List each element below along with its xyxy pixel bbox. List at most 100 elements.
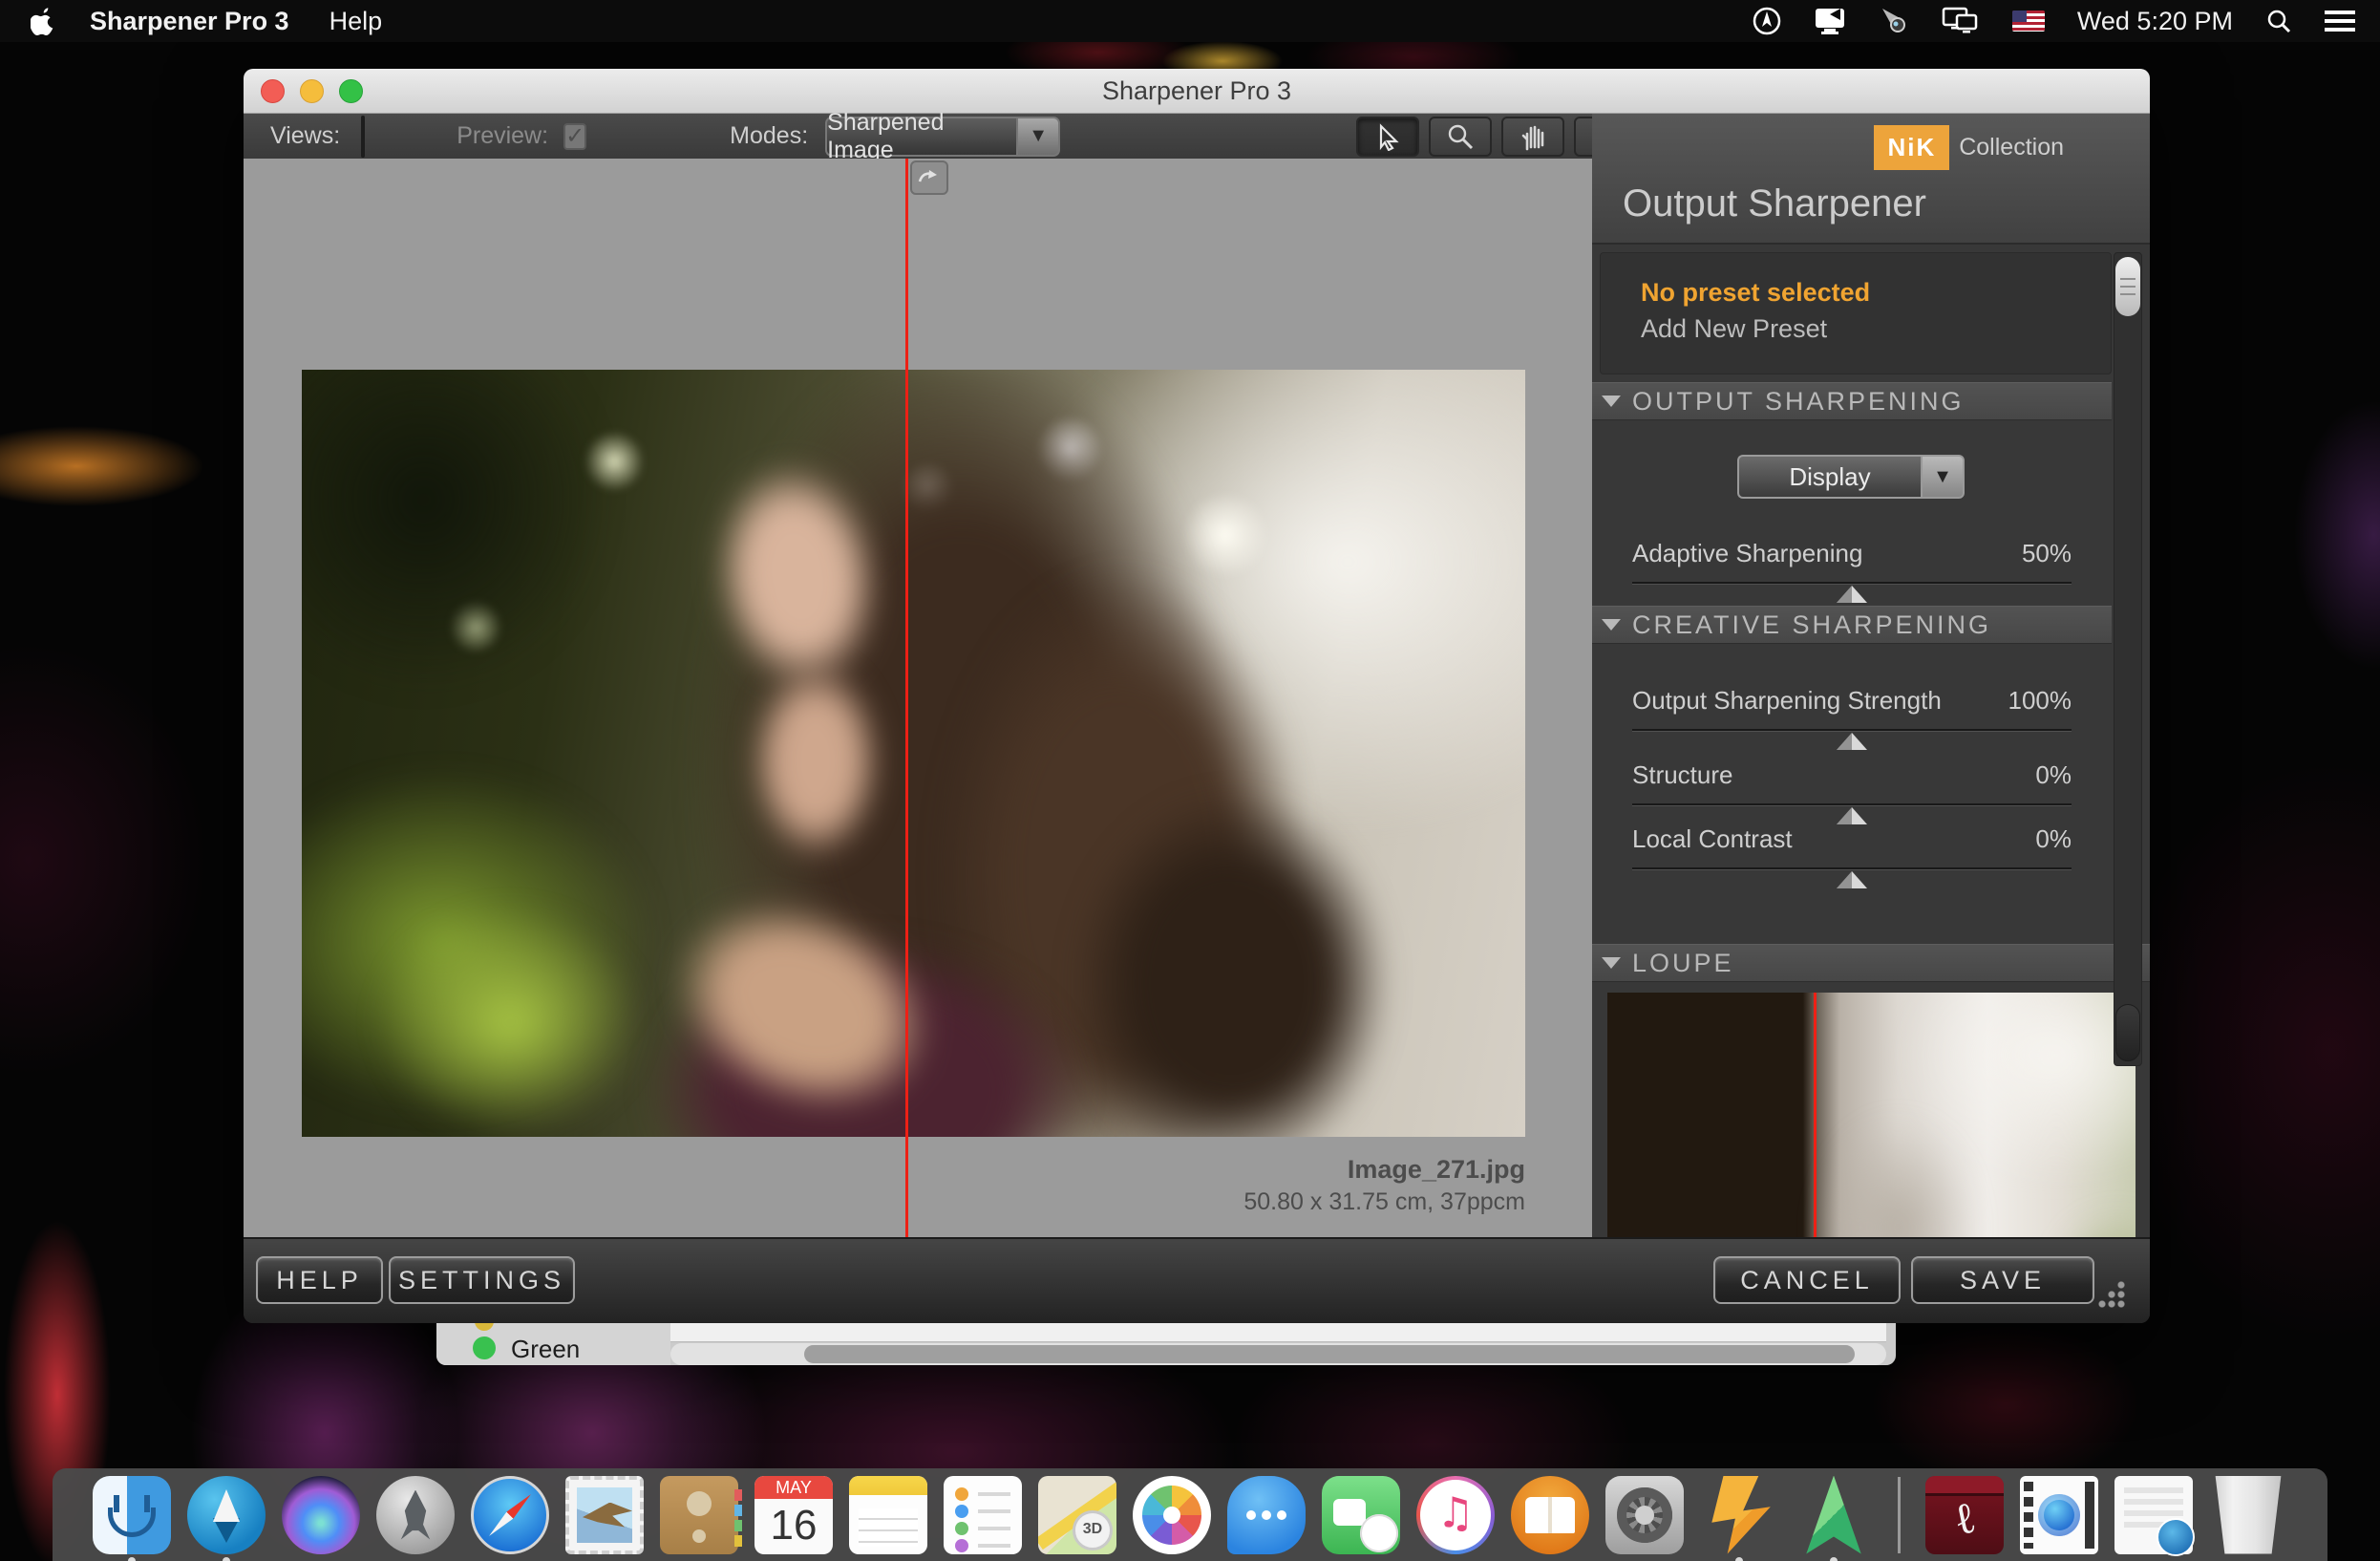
modes-dropdown[interactable]: Sharpened Image ▼ (825, 117, 1060, 157)
apple-menu-icon[interactable] (31, 7, 55, 35)
add-new-preset-link[interactable]: Add New Preset (1641, 314, 1827, 344)
dock-siri[interactable] (279, 1473, 363, 1557)
minimize-button[interactable] (300, 79, 324, 103)
preview-label: Preview: (457, 122, 548, 150)
background-window-hscrollbar[interactable] (670, 1343, 1886, 1365)
modes-dropdown-value[interactable]: Sharpened Image (825, 117, 1016, 157)
preset-box: No preset selected Add New Preset (1600, 252, 2112, 374)
hscrollbar-thumb[interactable] (804, 1345, 1855, 1363)
dock-system-preferences[interactable] (1603, 1473, 1687, 1557)
menu-clock[interactable]: Wed 5:20 PM (2077, 7, 2233, 36)
dock-document-app[interactable] (2112, 1473, 2196, 1557)
scrollbar-thumb[interactable] (2115, 257, 2140, 316)
help-button[interactable]: HELP (256, 1256, 383, 1304)
slider-track[interactable] (1632, 582, 2072, 584)
location-icon[interactable] (1753, 7, 1781, 35)
device-dropdown-arrow-icon[interactable]: ▼ (1921, 455, 1965, 499)
close-button[interactable] (261, 79, 285, 103)
dock-plugin-green[interactable] (1792, 1473, 1876, 1557)
section-creative-title: CREATIVE SHARPENING (1632, 610, 1991, 640)
trash-icon (2209, 1476, 2287, 1554)
plugin-green-icon (1795, 1476, 1873, 1554)
device-dropdown[interactable]: Display ▼ (1737, 455, 1965, 499)
panel-scrollbar[interactable] (2114, 252, 2142, 1066)
dock-finder[interactable] (90, 1473, 174, 1557)
slider-track[interactable] (1632, 729, 2072, 731)
select-tool-button[interactable] (1356, 117, 1419, 157)
menu-help[interactable]: Help (329, 7, 383, 36)
image-filename: Image_271.jpg (912, 1155, 1525, 1185)
dock-ibooks[interactable] (1508, 1473, 1592, 1557)
zoom-tool-button[interactable] (1429, 117, 1492, 157)
notification-center-icon[interactable] (2325, 9, 2355, 33)
pan-tool-button[interactable] (1501, 117, 1564, 157)
slider-value: 0% (2035, 824, 2072, 854)
resize-grip[interactable] (2094, 1279, 2127, 1312)
dock-notes[interactable] (846, 1473, 930, 1557)
dock-facetime[interactable] (1319, 1473, 1403, 1557)
zoom-button[interactable] (339, 79, 363, 103)
settings-button[interactable]: SETTINGS (389, 1256, 575, 1304)
device-dropdown-value[interactable]: Display (1737, 455, 1921, 499)
section-creative-sharpening[interactable]: CREATIVE SHARPENING (1592, 606, 2112, 644)
section-output-sharpening[interactable]: OUTPUT SHARPENING (1592, 382, 2112, 420)
dock-launchpad[interactable] (373, 1473, 457, 1557)
messages-icon (1227, 1476, 1306, 1554)
slider-marker[interactable] (1837, 871, 1867, 888)
remote-play-icon[interactable] (1879, 7, 1909, 35)
green-tag-dot (473, 1336, 496, 1359)
dock-mail[interactable] (563, 1473, 647, 1557)
dock-calendar[interactable]: MAY16 (752, 1473, 836, 1557)
dock-trash[interactable] (2206, 1473, 2290, 1557)
spotlight-search-icon[interactable] (2265, 8, 2292, 34)
slider-adaptive-sharpening[interactable]: Adaptive Sharpening 50% (1632, 539, 2072, 584)
dock-itunes[interactable] (1413, 1473, 1498, 1557)
slider-local-contrast[interactable]: Local Contrast 0% (1632, 824, 2072, 869)
slider-structure[interactable]: Structure 0% (1632, 760, 2072, 805)
dock-plugin-orange[interactable] (1697, 1473, 1781, 1557)
panel-body: No preset selected Add New Preset OUTPUT… (1592, 243, 2150, 1307)
save-button[interactable]: SAVE (1911, 1256, 2094, 1304)
slider-marker[interactable] (1837, 807, 1867, 824)
green-tag-label[interactable]: Green (511, 1335, 580, 1364)
view-single-button[interactable] (363, 118, 365, 156)
background-window-fragment[interactable]: Green (436, 1323, 1896, 1365)
contacts-icon (660, 1476, 738, 1554)
display-mirroring-icon[interactable] (1942, 7, 1980, 35)
image-canvas[interactable]: Image_271.jpg 50.80 x 31.75 cm, 37ppcm (244, 159, 1592, 1307)
dock-quicktime-document[interactable] (2017, 1473, 2101, 1557)
slider-marker[interactable] (1837, 733, 1867, 750)
slider-track[interactable] (1632, 867, 2072, 869)
slider-value: 100% (2008, 686, 2072, 716)
menu-app-name[interactable]: Sharpener Pro 3 (90, 7, 289, 36)
quicktime-document-icon (2020, 1476, 2098, 1554)
display-icon[interactable] (1814, 7, 1846, 35)
dock-safari[interactable] (468, 1473, 552, 1557)
cancel-button[interactable]: CANCEL (1713, 1256, 1901, 1304)
dock-maps[interactable] (1035, 1473, 1119, 1557)
dock-compass-app[interactable] (184, 1473, 268, 1557)
section-loupe[interactable]: LOUPE (1592, 944, 2150, 982)
notes-icon (849, 1476, 927, 1554)
split-preview-line[interactable] (905, 159, 908, 1307)
mail-icon (565, 1476, 644, 1554)
slider-track[interactable] (1632, 803, 2072, 805)
title-bar[interactable]: Sharpener Pro 3 (244, 69, 2150, 114)
dock-contacts[interactable] (657, 1473, 741, 1557)
modes-dropdown-arrow-icon[interactable]: ▼ (1016, 117, 1060, 157)
background-window-content (670, 1323, 1886, 1342)
tag-color-dot (475, 1323, 494, 1331)
slider-output-sharpening-strength[interactable]: Output Sharpening Strength 100% (1632, 686, 2072, 731)
maps-icon (1038, 1476, 1116, 1554)
system-preferences-icon (1605, 1476, 1684, 1554)
dock-acrobat-folder[interactable] (1923, 1473, 2007, 1557)
dock-messages[interactable] (1224, 1473, 1308, 1557)
dock-reminders[interactable] (941, 1473, 1025, 1557)
running-indicator (1830, 1557, 1838, 1561)
preview-checkbox[interactable]: ✓ (563, 123, 586, 150)
us-flag-icon[interactable] (2012, 11, 2045, 32)
slider-marker[interactable] (1837, 586, 1867, 603)
dock-photos[interactable] (1130, 1473, 1214, 1557)
split-orientation-handle[interactable] (910, 160, 948, 195)
section-output-title: OUTPUT SHARPENING (1632, 387, 1965, 417)
